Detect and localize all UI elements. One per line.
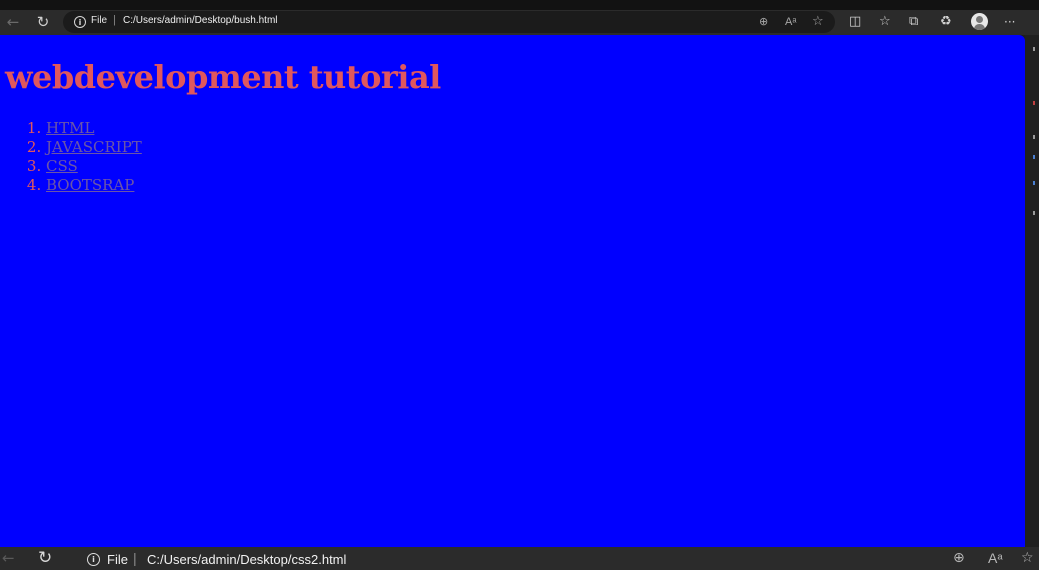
list-item: BOOTSRAP: [46, 176, 142, 195]
collections-icon[interactable]: ⧉: [909, 15, 918, 29]
arrow-left-icon[interactable]: ←: [4, 13, 22, 31]
list-item: JAVASCRIPT: [46, 138, 142, 157]
star-icon[interactable]: ☆: [1021, 551, 1034, 565]
link-javascript[interactable]: JAVASCRIPT: [46, 138, 142, 156]
list-item: HTML: [46, 119, 142, 138]
address-scheme-label: File: [107, 552, 128, 567]
address-bar[interactable]: i File | C:/Users/admin/Desktop/bush.htm…: [63, 11, 835, 33]
read-aloud-icon[interactable]: Aᵃ: [785, 16, 796, 28]
star-icon[interactable]: ☆: [812, 15, 824, 28]
more-icon[interactable]: ···: [1004, 15, 1015, 29]
address-url[interactable]: C:/Users/admin/Desktop/css2.html: [147, 552, 346, 567]
extensions-icon[interactable]: ♻: [940, 15, 952, 29]
address-scheme-label: File: [91, 15, 108, 26]
favorites-list-icon[interactable]: ☆: [879, 15, 891, 29]
reload-icon[interactable]: ↻: [38, 548, 52, 568]
page-heading: webdevelopment tutorial: [5, 58, 441, 96]
second-browser-toolbar: ← ↻ i File | C:/Users/admin/Desktop/css2…: [0, 547, 1039, 570]
sidebar-edge: [1025, 35, 1039, 547]
address-url[interactable]: C:/Users/admin/Desktop/bush.html: [123, 15, 278, 26]
address-separator: |: [133, 550, 137, 566]
link-bootsrap[interactable]: BOOTSRAP: [46, 176, 134, 194]
address-separator: |: [113, 14, 116, 26]
tutorial-list: HTML JAVASCRIPT CSS BOOTSRAP: [46, 119, 142, 195]
zoom-in-icon[interactable]: ⊕: [759, 16, 768, 28]
split-screen-icon[interactable]: ◫: [849, 15, 861, 29]
info-icon[interactable]: i: [74, 16, 86, 28]
web-page-content: webdevelopment tutorial HTML JAVASCRIPT …: [0, 35, 1025, 547]
link-html[interactable]: HTML: [46, 119, 94, 137]
info-icon[interactable]: i: [87, 553, 100, 566]
window-top-strip: [0, 0, 1039, 10]
read-aloud-icon[interactable]: Aᵃ: [988, 551, 1003, 565]
reload-icon[interactable]: ↻: [34, 13, 52, 31]
browser-toolbar: ← ↻ i File | C:/Users/admin/Desktop/bush…: [0, 10, 1039, 35]
link-css[interactable]: CSS: [46, 157, 78, 175]
arrow-left-icon[interactable]: ←: [2, 549, 15, 567]
list-item: CSS: [46, 157, 142, 176]
zoom-in-icon[interactable]: ⊕: [953, 551, 965, 565]
profile-avatar-icon[interactable]: [971, 13, 988, 30]
